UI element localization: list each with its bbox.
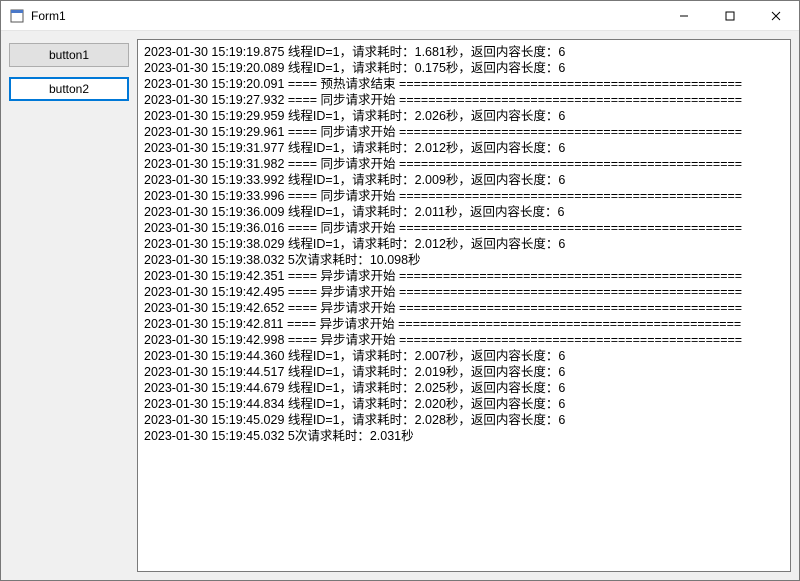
log-line: 2023-01-30 15:19:20.089 线程ID=1，请求耗时：0.17… [144,60,784,76]
button2[interactable]: button2 [9,77,129,101]
button1[interactable]: button1 [9,43,129,67]
log-line: 2023-01-30 15:19:36.016 ==== 同步请求开始 ====… [144,220,784,236]
log-line: 2023-01-30 15:19:29.959 线程ID=1，请求耗时：2.02… [144,108,784,124]
log-line: 2023-01-30 15:19:33.996 ==== 同步请求开始 ====… [144,188,784,204]
log-line: 2023-01-30 15:19:44.360 线程ID=1，请求耗时：2.00… [144,348,784,364]
log-line: 2023-01-30 15:19:45.029 线程ID=1，请求耗时：2.02… [144,412,784,428]
minimize-button[interactable] [661,1,707,30]
log-line: 2023-01-30 15:19:42.495 ==== 异步请求开始 ====… [144,284,784,300]
log-line: 2023-01-30 15:19:38.029 线程ID=1，请求耗时：2.01… [144,236,784,252]
log-line: 2023-01-30 15:19:42.652 ==== 异步请求开始 ====… [144,300,784,316]
client-area: button1 button2 2023-01-30 15:19:19.875 … [1,31,799,580]
titlebar[interactable]: Form1 [1,1,799,31]
application-window: Form1 button1 button2 2023-01-30 15:19:1… [0,0,800,581]
log-line: 2023-01-30 15:19:31.982 ==== 同步请求开始 ====… [144,156,784,172]
log-line: 2023-01-30 15:19:19.875 线程ID=1，请求耗时：1.68… [144,44,784,60]
maximize-button[interactable] [707,1,753,30]
log-line: 2023-01-30 15:19:20.091 ==== 预热请求结束 ====… [144,76,784,92]
log-line: 2023-01-30 15:19:44.517 线程ID=1，请求耗时：2.01… [144,364,784,380]
log-line: 2023-01-30 15:19:42.811 ==== 异步请求开始 ====… [144,316,784,332]
log-line: 2023-01-30 15:19:29.961 ==== 同步请求开始 ====… [144,124,784,140]
log-line: 2023-01-30 15:19:33.992 线程ID=1，请求耗时：2.00… [144,172,784,188]
log-line: 2023-01-30 15:19:38.032 5次请求耗时：10.098秒 [144,252,784,268]
log-line: 2023-01-30 15:19:42.351 ==== 异步请求开始 ====… [144,268,784,284]
log-line: 2023-01-30 15:19:42.998 ==== 异步请求开始 ====… [144,332,784,348]
log-line: 2023-01-30 15:19:27.932 ==== 同步请求开始 ====… [144,92,784,108]
log-line: 2023-01-30 15:19:44.834 线程ID=1，请求耗时：2.02… [144,396,784,412]
log-line: 2023-01-30 15:19:36.009 线程ID=1，请求耗时：2.01… [144,204,784,220]
app-icon [9,8,25,24]
log-line: 2023-01-30 15:19:31.977 线程ID=1，请求耗时：2.01… [144,140,784,156]
left-panel: button1 button2 [9,39,129,572]
log-line: 2023-01-30 15:19:45.032 5次请求耗时：2.031秒 [144,428,784,444]
close-button[interactable] [753,1,799,30]
titlebar-controls [661,1,799,30]
window-title: Form1 [31,9,661,23]
log-line: 2023-01-30 15:19:44.679 线程ID=1，请求耗时：2.02… [144,380,784,396]
log-textbox[interactable]: 2023-01-30 15:19:19.875 线程ID=1，请求耗时：1.68… [137,39,791,572]
